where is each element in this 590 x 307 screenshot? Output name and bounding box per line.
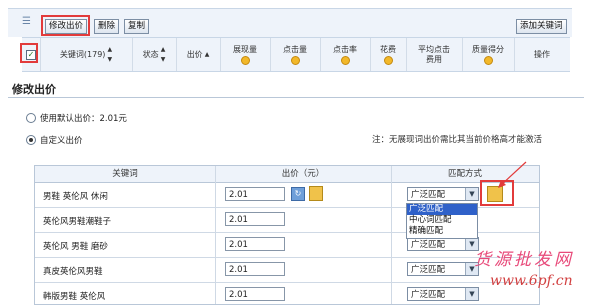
highlight-modify-bid [41, 15, 90, 36]
toolbar-menu-icon[interactable]: ☰ [22, 16, 36, 28]
copy-button[interactable]: 复制 [124, 19, 150, 34]
bid-input[interactable]: 2.01 [225, 262, 285, 276]
apply-all-icon[interactable]: ↻ [291, 187, 305, 201]
header-action: 操作 [534, 49, 550, 59]
table-row: 韩版男鞋 英伦风 2.01 广泛匹配 ▼ [35, 283, 539, 307]
match-type-select[interactable]: 广泛匹配 ▼ [407, 237, 479, 251]
header-keyword[interactable]: 关键词(179) ▲ ▼ [40, 38, 133, 71]
default-bid-radio[interactable] [26, 113, 36, 123]
header-bid[interactable]: 出价 ▲ [176, 38, 221, 71]
delete-button[interactable]: 删除 [94, 19, 120, 34]
header-impressions[interactable]: 展现量 [220, 38, 271, 71]
add-keyword-button[interactable]: 添加关键词 [516, 19, 567, 34]
default-bid-label: 使用默认出价：2.01元 [40, 114, 127, 124]
match-type-select[interactable]: 广泛匹配 ▼ [407, 262, 479, 276]
keyword-table-header: ✓ 关键词(179) ▲ ▼ 状态 ▲ ▼ 出价 ▲ 展现量 点击量 点击率 花费 平均点… [22, 37, 570, 72]
header-clicks[interactable]: 点击量 [270, 38, 321, 71]
bid-input[interactable]: 2.01 [225, 187, 285, 201]
match-type-select[interactable]: 广泛匹配 ▼ [407, 287, 479, 301]
header-ctr[interactable]: 点击率 [320, 38, 371, 71]
section-divider [8, 97, 584, 98]
keyword-text: 英伦风 男鞋 磨砂 [43, 242, 108, 252]
help-coin-icon [290, 55, 300, 65]
edit-note-icon[interactable] [309, 186, 323, 201]
highlight-select-all [20, 43, 38, 63]
activation-note: 注：无展现词出价需比其当前价格高才能激活 [372, 135, 543, 145]
help-coin-icon [483, 55, 493, 65]
help-coin-icon [240, 55, 250, 65]
help-coin-icon [340, 55, 350, 65]
watermark-url: www.6pf.cn [490, 273, 573, 289]
sort-up-icon: ▲ [204, 50, 210, 58]
header-avg-cpc[interactable]: 平均点击 费用 [406, 38, 463, 71]
header-status[interactable]: 状态 ▲ ▼ [132, 38, 177, 71]
custom-bid-label: 自定义出价 [40, 136, 83, 146]
keyword-text: 真皮英伦风男鞋 [43, 267, 103, 277]
custom-bid-radio[interactable] [26, 135, 36, 145]
section-title: 修改出价 [12, 83, 56, 96]
match-option-broad[interactable]: 广泛匹配 [407, 204, 477, 215]
keyword-text: 英伦风男鞋潮鞋子 [43, 217, 112, 227]
keyword-text: 男鞋 英伦风 休闲 [43, 192, 108, 202]
bid-input[interactable]: 2.01 [225, 287, 285, 301]
keyword-text: 韩版男鞋 英伦风 [43, 292, 106, 302]
chevron-down-icon: ▼ [465, 188, 478, 200]
sort-icon: ▲ ▼ [160, 45, 166, 63]
header-spend[interactable]: 花费 [370, 38, 407, 71]
match-option-phrase[interactable]: 中心词匹配 [407, 215, 477, 226]
chevron-down-icon: ▼ [465, 288, 478, 300]
match-option-exact[interactable]: 精确匹配 [407, 226, 477, 237]
bid-input[interactable]: 2.01 [225, 237, 285, 251]
header-quality-score[interactable]: 质量得分 [462, 38, 515, 71]
col-keyword: 关键词 [35, 166, 215, 183]
watermark-logo-text: 货源批发网 [474, 250, 574, 270]
bid-input[interactable]: 2.01 [225, 212, 285, 226]
table-row: 真皮英伦风男鞋 2.01 广泛匹配 ▼ [35, 258, 539, 283]
annotation-arrow [498, 161, 527, 188]
match-type-select[interactable]: 广泛匹配 ▼ [407, 187, 479, 201]
col-bid: 出价（元） [215, 166, 391, 183]
sort-icon: ▲ ▼ [107, 45, 113, 63]
match-type-dropdown: 广泛匹配 中心词匹配 精确匹配 [406, 203, 478, 239]
help-coin-icon [383, 55, 393, 65]
toolbar [8, 8, 572, 37]
